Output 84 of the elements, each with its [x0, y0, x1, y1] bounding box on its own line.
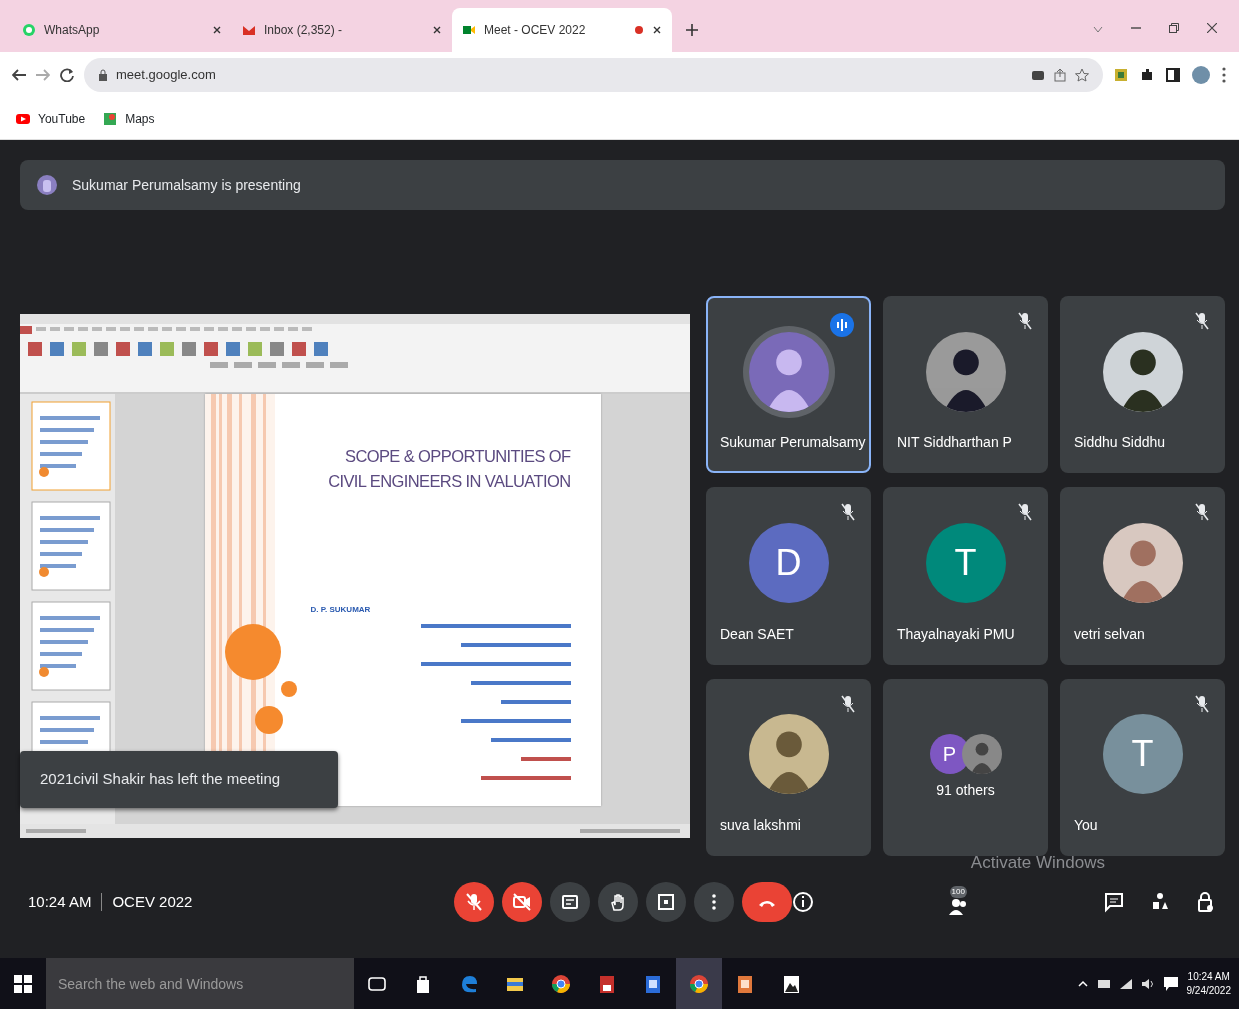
participant-name: Dean SAET [720, 624, 794, 644]
participant-name: Sukumar Perumalsamy [720, 433, 866, 453]
mail-icon [242, 23, 256, 37]
extension-icon[interactable] [1113, 67, 1129, 83]
browser-tab[interactable]: WhatsApp [12, 8, 232, 52]
network-icon[interactable] [1096, 977, 1111, 990]
reload-icon[interactable] [60, 68, 74, 82]
camera-icon[interactable] [1031, 69, 1045, 81]
leave-call-button[interactable] [741, 882, 792, 922]
presenter-avatar-icon [36, 174, 58, 196]
tab-title: Meet - OCEV 2022 [484, 22, 587, 39]
camera-off-icon [511, 892, 532, 912]
more-options-button[interactable] [693, 882, 734, 922]
close-icon[interactable] [1207, 23, 1217, 33]
share-icon[interactable] [1053, 68, 1067, 82]
volume-icon[interactable] [1140, 977, 1155, 990]
camera-button[interactable] [501, 882, 542, 922]
chrome-icon [688, 972, 710, 995]
close-icon[interactable] [652, 25, 662, 35]
presenter-name: D. P. SUKUMAR [310, 603, 371, 616]
chat-icon [1103, 891, 1125, 913]
mic-off-icon [463, 892, 484, 912]
meeting-details-button[interactable] [791, 891, 814, 913]
taskbar-clock[interactable]: 10:24 AM 9/24/2022 [1186, 969, 1231, 998]
close-icon[interactable] [432, 25, 442, 35]
slide-title: CIVIL ENGINEERS IN VALUATION [328, 470, 571, 492]
restore-icon[interactable] [1169, 23, 1179, 33]
chat-button[interactable] [1103, 891, 1125, 913]
participant-name: Thayalnayaki PMU [897, 624, 1015, 644]
tab-title: WhatsApp [44, 22, 101, 39]
more-icon[interactable] [1221, 66, 1227, 84]
info-icon [791, 891, 814, 913]
recording-icon [634, 25, 644, 35]
activation-notice: Activate Windows [970, 854, 1105, 873]
browser-tab[interactable]: Inbox (2,352) - [232, 8, 452, 52]
address-bar[interactable]: meet.google.com [84, 58, 1103, 92]
captions-icon [559, 892, 580, 912]
participant-name: Siddhu Siddhu [1074, 433, 1166, 453]
participant-name: You [1074, 816, 1098, 835]
sidebar-icon[interactable] [1165, 67, 1181, 83]
clock-date: 9/24/2022 [1186, 983, 1231, 998]
notification-toast: 2021civil Shakir has left the meeting [20, 751, 338, 808]
url-text: meet.google.com [116, 66, 216, 85]
meeting-time: 10:24 AM [28, 891, 92, 912]
captions-button[interactable] [549, 882, 590, 922]
meeting-name: OCEV 2022 [112, 891, 193, 912]
raise-hand-button[interactable] [597, 882, 638, 922]
back-arrow-icon[interactable] [12, 69, 26, 81]
participant-name: suva lakshmi [720, 816, 801, 835]
whatsapp-icon [22, 23, 36, 37]
plus-icon[interactable] [686, 24, 698, 36]
bookmark-link[interactable]: YouTube [16, 109, 86, 128]
close-icon[interactable] [212, 25, 222, 35]
avatar: T [925, 523, 1006, 603]
bookmark-link[interactable]: Maps [103, 109, 155, 128]
play-icon [16, 111, 30, 126]
banner-text: Sukumar Perumalsamy is presenting [72, 175, 301, 195]
windows-logo-icon [14, 974, 32, 993]
present-icon [655, 892, 676, 912]
avatar: D [748, 523, 829, 603]
wifi-icon[interactable] [1118, 977, 1133, 990]
notification-icon[interactable] [1162, 975, 1179, 992]
present-button[interactable] [645, 882, 686, 922]
star-icon[interactable] [1075, 68, 1089, 82]
participant-count-badge: 100 [949, 886, 967, 898]
participant-name: NIT Siddharthan P [897, 433, 1012, 453]
taskbar-app-button[interactable] [676, 958, 722, 1009]
participant-name: vetri selvan [1074, 624, 1145, 644]
clock-time: 10:24 AM [1186, 969, 1231, 984]
map-pin-icon [103, 111, 118, 126]
avatar: T [1102, 714, 1183, 795]
tab-title: Inbox (2,352) - [264, 22, 344, 39]
puzzle-icon[interactable] [1139, 67, 1155, 83]
more-icon [711, 894, 716, 910]
slide-title: SCOPE & OPPORTUNITIES OF [345, 446, 571, 467]
browser-tab[interactable]: Meet - OCEV 2022 [452, 8, 672, 52]
people-button[interactable]: 100 [837, 886, 1079, 918]
taskbar-search-field[interactable]: Search the web and Windows [46, 958, 354, 1009]
participant-name: 91 others [936, 780, 995, 800]
camera-icon [462, 23, 476, 37]
profile-avatar-icon[interactable] [1191, 65, 1211, 85]
mic-button[interactable] [453, 882, 494, 922]
chrome-icon [550, 972, 572, 995]
lock-icon [98, 69, 108, 81]
